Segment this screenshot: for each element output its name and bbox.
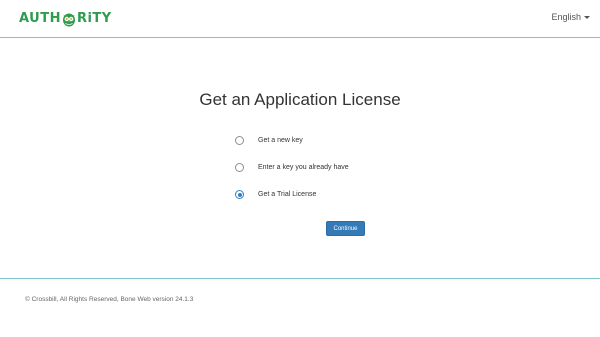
- license-options: Get a new key Enter a key you already ha…: [235, 135, 349, 216]
- caret-down-icon: [584, 15, 590, 19]
- option-label-trial-license: Get a Trial License: [258, 191, 317, 198]
- language-label: English: [551, 12, 581, 22]
- footer-divider: [0, 278, 600, 279]
- radio-trial-license[interactable]: [235, 190, 244, 199]
- top-header: AUTH RiTY English: [0, 0, 600, 38]
- footer-copyright: © Crossbill, All Rights Reserved, Bone W…: [25, 296, 194, 303]
- license-page: AUTH RiTY English Get an Application Lic…: [0, 0, 600, 337]
- radio-existing-key[interactable]: [235, 163, 244, 172]
- authority-logo[interactable]: AUTH RiTY: [19, 11, 112, 27]
- owl-icon: [62, 11, 76, 27]
- language-selector[interactable]: English: [551, 12, 590, 22]
- continue-button[interactable]: Continue: [326, 221, 365, 236]
- option-trial-license[interactable]: Get a Trial License: [235, 189, 349, 200]
- logo-text-end: RiTY: [76, 11, 112, 26]
- option-new-key[interactable]: Get a new key: [235, 135, 349, 146]
- option-existing-key[interactable]: Enter a key you already have: [235, 162, 349, 173]
- option-label-existing-key: Enter a key you already have: [258, 164, 349, 171]
- page-title: Get an Application License: [199, 90, 401, 109]
- option-label-new-key: Get a new key: [258, 137, 303, 144]
- radio-new-key[interactable]: [235, 136, 244, 145]
- logo-text-start: AUTH: [19, 11, 61, 26]
